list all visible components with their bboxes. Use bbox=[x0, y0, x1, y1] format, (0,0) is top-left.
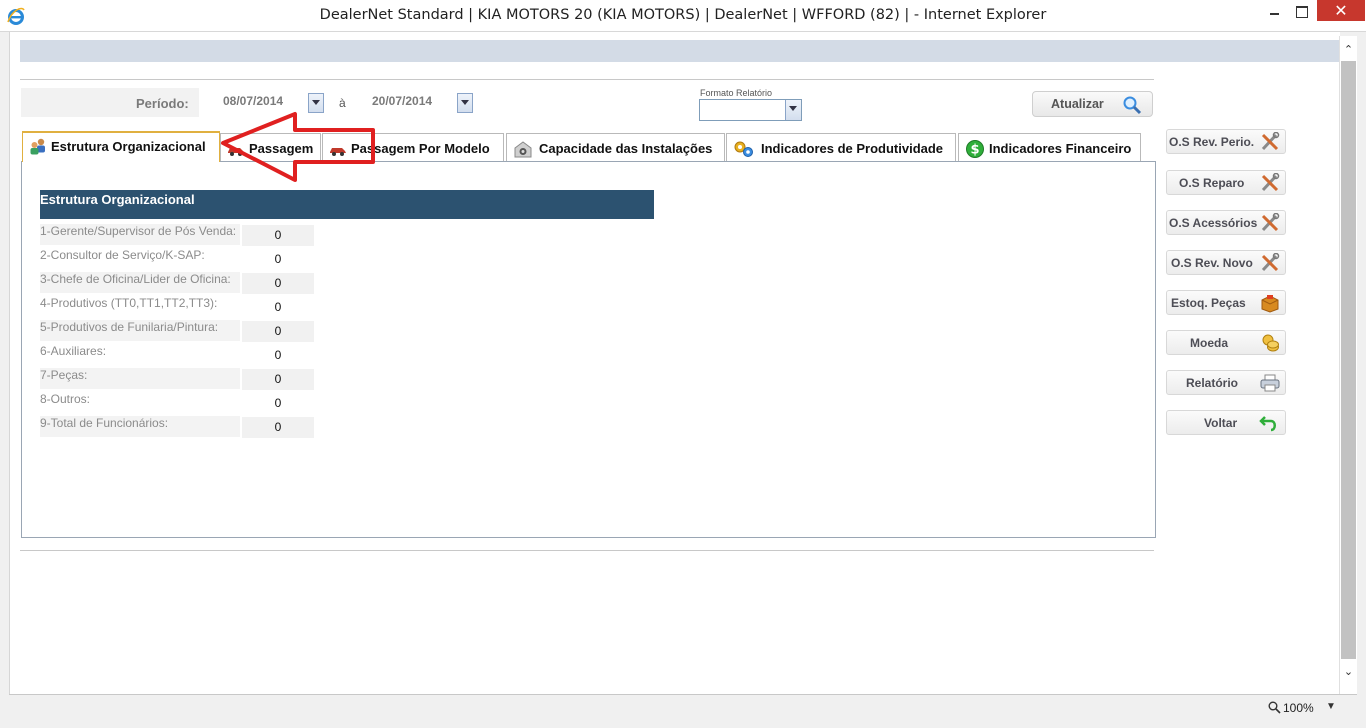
row-value: 0 bbox=[274, 300, 282, 314]
zoom-icon bbox=[1268, 701, 1281, 714]
row-label: 8-Outros: bbox=[40, 392, 91, 406]
title-bar: DealerNet Standard | KIA MOTORS 20 (KIA … bbox=[0, 0, 1366, 32]
row-label: 7-Peças: bbox=[40, 368, 240, 389]
os-rev-novo-button[interactable]: O.S Rev. Novo bbox=[1166, 250, 1286, 275]
atualizar-label: Atualizar bbox=[1051, 97, 1104, 111]
back-arrow-icon bbox=[1259, 416, 1276, 432]
tab-capacidade-das-instalacoes[interactable]: Capacidade das Instalações bbox=[506, 133, 725, 161]
voltar-button[interactable]: Voltar bbox=[1166, 410, 1286, 435]
side-button-label: Voltar bbox=[1204, 416, 1238, 430]
tab-label: Capacidade das Instalações bbox=[539, 141, 713, 156]
camera-icon bbox=[514, 141, 532, 158]
formato-relatorio-label: Formato Relatório bbox=[700, 88, 773, 98]
scroll-up-icon[interactable]: ⌃ bbox=[1340, 42, 1357, 59]
side-button-label: Relatório bbox=[1186, 376, 1239, 390]
printer-icon bbox=[1260, 374, 1280, 392]
row-value: 0 bbox=[274, 348, 282, 362]
side-button-label: Moeda bbox=[1190, 336, 1229, 350]
relatorio-button[interactable]: Relatório bbox=[1166, 370, 1286, 395]
zoom-control[interactable]: 100% bbox=[1268, 701, 1314, 715]
coins-icon bbox=[1262, 334, 1279, 352]
estoq-pecas-button[interactable]: Estoq. Peças bbox=[1166, 290, 1286, 315]
table-title: Estrutura Organizacional bbox=[40, 190, 654, 219]
tab-indicadores-de-produtividade[interactable]: Indicadores de Produtividade bbox=[726, 133, 956, 161]
tools-icon bbox=[1261, 213, 1280, 232]
tab-label: Indicadores Financeiro bbox=[989, 141, 1132, 156]
moeda-button[interactable]: Moeda bbox=[1166, 330, 1286, 355]
date-separator: à bbox=[339, 96, 346, 110]
gears-icon bbox=[734, 141, 753, 157]
maximize-button[interactable] bbox=[1287, 0, 1315, 24]
vertical-scrollbar[interactable]: ⌃ ⌄ bbox=[1339, 36, 1357, 694]
row-label: 6-Auxiliares: bbox=[40, 344, 107, 358]
status-bar bbox=[9, 694, 1357, 722]
date-to-field[interactable]: 20/07/2014 bbox=[372, 94, 432, 108]
row-label: 3-Chefe de Oficina/Lider de Oficina: bbox=[40, 272, 240, 293]
side-button-label: O.S Rev. Perio. bbox=[1169, 135, 1255, 149]
row-label: 5-Produtivos de Funilaria/Pintura: bbox=[40, 320, 240, 341]
window-title: DealerNet Standard | KIA MOTORS 20 (KIA … bbox=[319, 7, 1047, 23]
formato-relatorio-select[interactable] bbox=[699, 99, 802, 121]
date-from-field[interactable]: 08/07/2014 bbox=[223, 94, 283, 108]
os-reparo-button[interactable]: O.S Reparo bbox=[1166, 170, 1286, 195]
row-label: 9-Total de Funcionários: bbox=[40, 416, 240, 437]
window-edge bbox=[1357, 32, 1366, 694]
scroll-thumb[interactable] bbox=[1341, 61, 1356, 659]
divider-bottom bbox=[20, 550, 1154, 551]
page-header-strip bbox=[20, 40, 1340, 62]
tools-icon bbox=[1261, 173, 1280, 192]
row-label: 4-Produtivos (TT0,TT1,TT2,TT3): bbox=[40, 296, 218, 310]
chevron-down-icon[interactable] bbox=[785, 100, 801, 120]
zoom-level: 100% bbox=[1283, 701, 1314, 715]
os-rev-perio-button[interactable]: O.S Rev. Perio. bbox=[1166, 129, 1286, 154]
annotation-arrow-icon bbox=[221, 112, 375, 182]
row-value: 0 bbox=[242, 417, 314, 438]
side-button-label: Estoq. Peças bbox=[1171, 296, 1246, 310]
scroll-down-icon[interactable]: ⌄ bbox=[1340, 664, 1357, 681]
side-button-label: O.S Rev. Novo bbox=[1171, 256, 1253, 270]
side-button-label: O.S Reparo bbox=[1179, 176, 1245, 190]
close-button[interactable]: ✕ bbox=[1317, 0, 1365, 21]
dollar-icon: $ bbox=[966, 140, 984, 158]
row-value: 0 bbox=[242, 273, 314, 294]
tab-label: Indicadores de Produtividade bbox=[761, 141, 944, 156]
row-value: 0 bbox=[274, 396, 282, 410]
row-value: 0 bbox=[242, 369, 314, 390]
row-value: 0 bbox=[242, 321, 314, 342]
magnifier-icon bbox=[1123, 96, 1142, 115]
svg-text:$: $ bbox=[970, 143, 979, 158]
tab-label: Estrutura Organizacional bbox=[51, 139, 206, 154]
tab-indicadores-financeiro[interactable]: $ Indicadores Financeiro bbox=[958, 133, 1141, 161]
users-icon bbox=[30, 138, 45, 155]
row-value: 0 bbox=[242, 225, 314, 246]
divider-top bbox=[20, 79, 1154, 80]
row-label: 2-Consultor de Serviço/K-SAP: bbox=[40, 248, 205, 262]
row-label: 1-Gerente/Supervisor de Pós Venda: bbox=[40, 224, 240, 245]
tools-icon bbox=[1261, 132, 1280, 151]
date-to-dropdown-button[interactable] bbox=[457, 93, 473, 113]
tools-icon bbox=[1261, 253, 1280, 272]
row-value: 0 bbox=[274, 252, 282, 266]
os-acessorios-button[interactable]: O.S Acessórios bbox=[1166, 210, 1286, 235]
periodo-label: Período: bbox=[136, 96, 189, 111]
side-button-label: O.S Acessórios bbox=[1169, 216, 1258, 230]
box-icon bbox=[1261, 295, 1279, 313]
minimize-button[interactable] bbox=[1259, 0, 1289, 24]
tab-estrutura-organizacional[interactable]: Estrutura Organizacional bbox=[22, 131, 220, 162]
atualizar-button[interactable]: Atualizar bbox=[1032, 91, 1153, 117]
chevron-down-icon[interactable]: ▼ bbox=[1326, 701, 1336, 712]
